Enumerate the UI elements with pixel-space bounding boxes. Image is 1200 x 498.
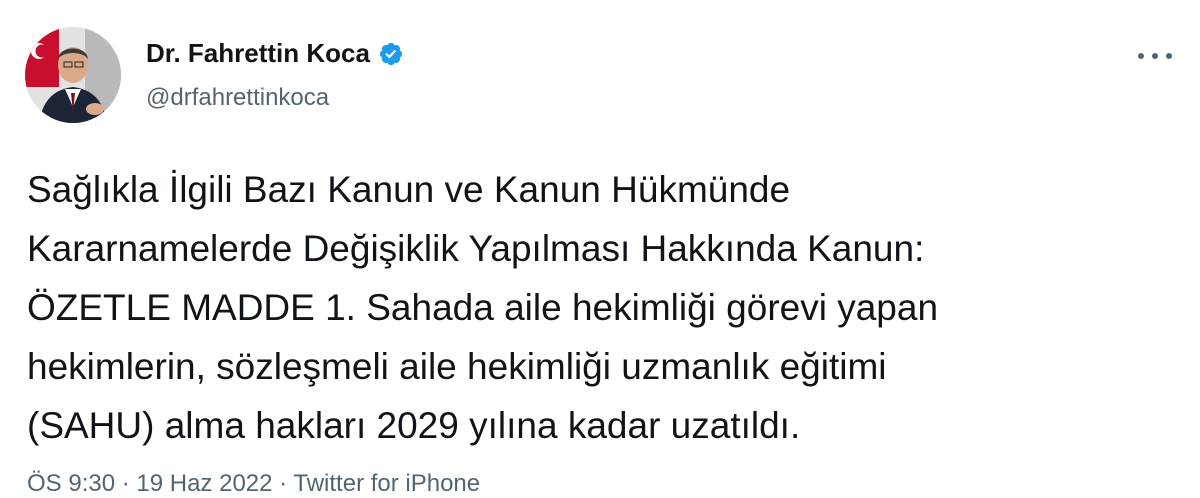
more-dot-icon <box>1152 53 1158 59</box>
more-options-button[interactable] <box>1138 44 1172 68</box>
tweet-timestamp[interactable]: ÖS 9:30 · 19 Haz 2022 · Twitter for iPho… <box>27 470 480 498</box>
tweet-text-line: (SAHU) alma hakları 2029 yılına kadar uz… <box>27 405 801 446</box>
tweet-card: Dr. Fahrettin Koca @drfahrettinkoca Sağl… <box>0 0 1200 497</box>
tweet-text-line: hekimlerin, sözleşmeli aile hekimliği uz… <box>27 346 887 387</box>
author-display-name[interactable]: Dr. Fahrettin Koca <box>146 38 370 69</box>
tweet-text-line: ÖZETLE MADDE 1. Sahada aile hekimliği gö… <box>27 287 939 328</box>
profile-photo-icon <box>25 27 121 123</box>
tweet-text: Sağlıkla İlgili Bazı Kanun ve Kanun Hükm… <box>27 160 1177 455</box>
more-dot-icon <box>1138 53 1144 59</box>
verified-badge-icon <box>378 41 404 67</box>
tweet-text-line: Sağlıkla İlgili Bazı Kanun ve Kanun Hükm… <box>27 169 791 210</box>
tweet-text-line: Kararnamelerde Değişiklik Yapılması Hakk… <box>27 228 925 269</box>
author-handle[interactable]: @drfahrettinkoca <box>146 84 329 112</box>
more-dot-icon <box>1166 53 1172 59</box>
author-name-row: Dr. Fahrettin Koca <box>146 38 404 69</box>
avatar[interactable] <box>25 27 121 123</box>
